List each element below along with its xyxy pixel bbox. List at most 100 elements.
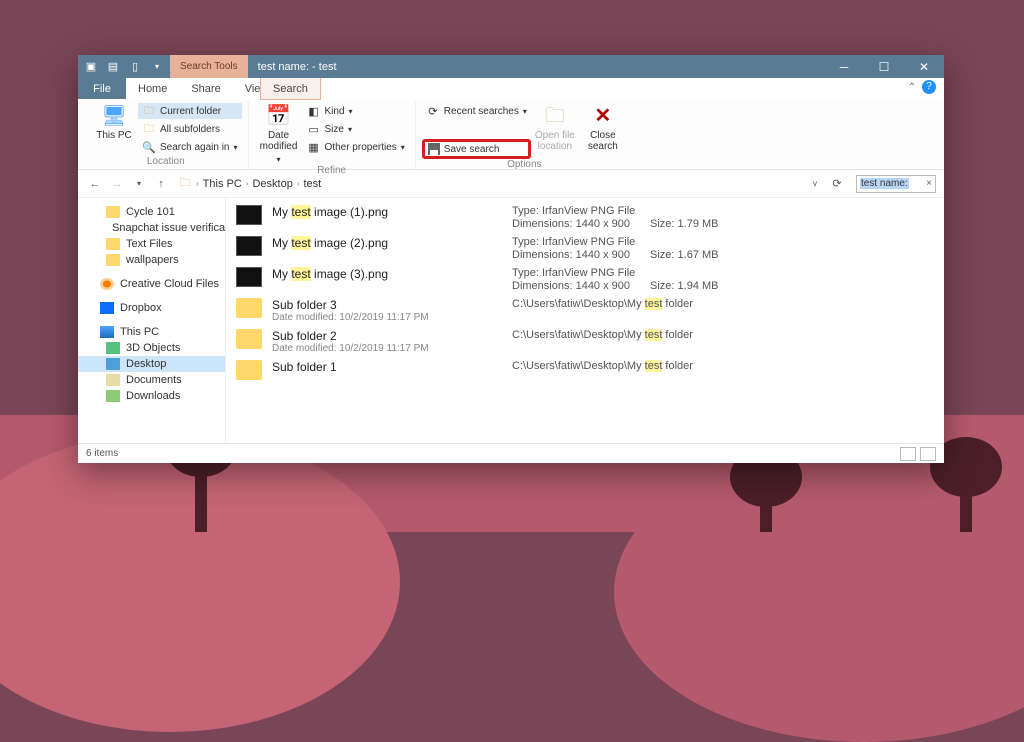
result-name: Sub folder 2 — [272, 329, 502, 343]
home-tab[interactable]: Home — [126, 78, 179, 99]
tree-item[interactable]: wallpapers — [78, 252, 225, 268]
result-name: Sub folder 1 — [272, 360, 502, 374]
refresh-button[interactable]: ⟳ — [828, 175, 846, 193]
folder-icon — [106, 254, 120, 266]
quick-access-toolbar: ▣ ▤ ▯ ▾ — [78, 55, 170, 78]
search-input[interactable]: test name: × — [856, 175, 936, 193]
result-row[interactable]: My test image (3).pngType: IrfanView PNG… — [226, 264, 944, 295]
nav-tree: Cycle 101Snapchat issue verificatiText F… — [78, 198, 226, 443]
ribbon-group-options: ⟳Recent searches ▾ ⚙Advanced options Sav… — [416, 102, 633, 169]
folder-icon — [236, 360, 262, 380]
qat-more-icon[interactable]: ▾ — [150, 60, 164, 74]
recent-searches-button[interactable]: ⟳Recent searches ▾ — [422, 103, 531, 119]
forward-button[interactable]: → — [108, 175, 126, 193]
share-tab[interactable]: Share — [179, 78, 232, 99]
size-button[interactable]: ▭Size ▾ — [303, 121, 409, 137]
search-tab[interactable]: Search — [260, 78, 321, 100]
up-button[interactable]: ↑ — [152, 175, 170, 193]
tree-creative-cloud[interactable]: Creative Cloud Files — [78, 276, 225, 292]
open-file-location-button: 🗀 Open file location — [531, 102, 579, 152]
addr-dropdown-button[interactable]: v — [806, 175, 824, 193]
all-subfolders-button[interactable]: 🗀All subfolders — [138, 121, 242, 137]
result-row[interactable]: Sub folder 3Date modified: 10/2/2019 11:… — [226, 295, 944, 326]
file-explorer-window: ▣ ▤ ▯ ▾ Search Tools test name: - test ─… — [78, 55, 944, 463]
result-name: My test image (1).png — [272, 205, 502, 219]
folder-icon — [106, 374, 120, 386]
clear-search-icon[interactable]: × — [922, 178, 932, 189]
dropbox-icon — [100, 302, 114, 314]
breadcrumb[interactable]: 🗀 › This PC› Desktop› test — [174, 177, 802, 191]
props-icon: ▦ — [307, 140, 321, 154]
result-path: C:\Users\fatiw\Desktop\My test folder — [512, 329, 934, 341]
crumb-this-pc[interactable]: This PC — [203, 178, 242, 190]
icons-view-button[interactable] — [920, 447, 936, 461]
recent-locations-button[interactable]: ▾ — [130, 175, 148, 193]
tree-item[interactable]: Documents — [78, 372, 225, 388]
ribbon: 🖥 This PC 🗀Current folder 🗀All subfolder… — [78, 100, 944, 170]
crumb-test[interactable]: test — [304, 178, 322, 190]
result-row[interactable]: My test image (1).png Type: IrfanView PNG… — [226, 202, 944, 233]
result-row[interactable]: Sub folder 1C:\Users\fatiw\Desktop\My te… — [226, 357, 944, 383]
tree-item[interactable]: Text Files — [78, 236, 225, 252]
ribbon-group-refine: 📅 Date modified▾ ◧Kind ▾ ▭Size ▾ ▦Other … — [249, 102, 416, 169]
close-button[interactable]: ✕ — [904, 55, 944, 78]
result-name: My test image (2).png — [272, 236, 502, 250]
tree-dropbox[interactable]: Dropbox — [78, 300, 225, 316]
result-date: Date modified: 10/2/2019 11:17 PM — [272, 312, 502, 323]
save-search-button[interactable]: Save search — [422, 139, 531, 159]
folder-icon — [236, 298, 262, 318]
ribbon-tabs: File Home Share View Search ⌃ ? — [78, 78, 944, 100]
size-icon: ▭ — [307, 122, 321, 136]
cloud-icon — [100, 278, 114, 290]
explorer-icon: ▣ — [84, 60, 98, 74]
crumb-desktop[interactable]: Desktop — [252, 178, 292, 190]
kind-icon: ◧ — [307, 104, 321, 118]
window-title: test name: - test — [248, 55, 824, 78]
image-thumbnail — [236, 236, 262, 256]
file-tab[interactable]: File — [78, 78, 126, 99]
image-thumbnail — [236, 267, 262, 287]
maximize-button[interactable]: ☐ — [864, 55, 904, 78]
tree-item[interactable]: 3D Objects — [78, 340, 225, 356]
folder-icon — [236, 329, 262, 349]
image-thumbnail — [236, 205, 262, 225]
folder-icon: 🗀 — [142, 104, 156, 118]
pc-icon: 🖥 — [100, 104, 128, 128]
result-path: C:\Users\fatiw\Desktop\My test folder — [512, 298, 934, 310]
results-list: My test image (1).png Type: IrfanView PNG… — [226, 198, 944, 443]
result-row[interactable]: Sub folder 2Date modified: 10/2/2019 11:… — [226, 326, 944, 357]
tree-item[interactable]: Desktop — [78, 356, 225, 372]
result-row[interactable]: My test image (2).png Type: IrfanView PNG… — [226, 233, 944, 264]
search-tools-context-tab[interactable]: Search Tools — [170, 55, 248, 78]
new-folder-icon[interactable]: ▯ — [128, 60, 142, 74]
result-name: My test image (3).png — [272, 267, 502, 281]
tree-item[interactable]: Downloads — [78, 388, 225, 404]
collapse-ribbon-icon[interactable]: ⌃ — [908, 82, 916, 93]
result-type: Type: IrfanView PNG File — [512, 205, 934, 217]
ribbon-group-location: 🖥 This PC 🗀Current folder 🗀All subfolder… — [84, 102, 249, 169]
date-modified-button[interactable]: 📅 Date modified▾ — [255, 102, 303, 165]
help-icon[interactable]: ? — [922, 80, 936, 94]
properties-icon[interactable]: ▤ — [106, 60, 120, 74]
result-type: Type: IrfanView PNG File — [512, 236, 934, 248]
this-pc-button[interactable]: 🖥 This PC — [90, 102, 138, 141]
pc-icon — [100, 326, 114, 338]
navigation-bar: ← → ▾ ↑ 🗀 › This PC› Desktop› test v ⟳ t… — [78, 170, 944, 198]
folder-open-icon: 🗀 — [541, 104, 569, 128]
tree-item[interactable]: Snapchat issue verificati — [78, 220, 225, 236]
folders-icon: 🗀 — [142, 122, 156, 136]
folder-icon — [106, 390, 120, 402]
result-date: Date modified: 10/2/2019 11:17 PM — [272, 343, 502, 354]
details-view-button[interactable] — [900, 447, 916, 461]
close-search-button[interactable]: ✕ Close search — [579, 102, 627, 152]
search-icon: 🔍 — [142, 140, 156, 154]
back-button[interactable]: ← — [86, 175, 104, 193]
current-folder-button[interactable]: 🗀Current folder — [138, 103, 242, 119]
kind-button[interactable]: ◧Kind ▾ — [303, 103, 409, 119]
folder-icon: 🗀 — [178, 177, 192, 191]
search-again-in-button[interactable]: 🔍Search again in ▾ — [138, 139, 242, 155]
tree-this-pc[interactable]: This PC — [78, 324, 225, 340]
other-properties-button[interactable]: ▦Other properties ▾ — [303, 139, 409, 155]
minimize-button[interactable]: ─ — [824, 55, 864, 78]
tree-item[interactable]: Cycle 101 — [78, 204, 225, 220]
